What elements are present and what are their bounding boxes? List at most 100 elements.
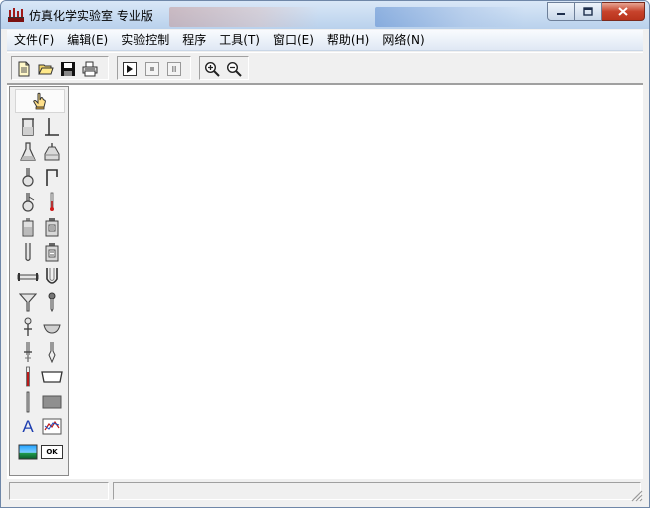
reagent-bottle-icon: [22, 218, 34, 237]
chart-tool[interactable]: [40, 415, 64, 439]
run-icon: [123, 62, 137, 76]
bent-tube-icon: [46, 169, 58, 186]
pause-button[interactable]: [163, 58, 185, 80]
app-window: 仿真化学实验室 专业版 文件(F) 编辑(E) 实验控制 程序 工具(T) 窗口…: [0, 0, 650, 508]
toolbar-zoom-group: [199, 56, 249, 80]
apparatus-palette: A OK: [9, 86, 69, 476]
glass-tube-tool[interactable]: [16, 265, 40, 289]
menu-network[interactable]: 网络(N): [375, 30, 430, 50]
distilling-flask-icon: [22, 193, 35, 212]
window-title: 仿真化学实验室 专业版: [29, 9, 153, 23]
stop-icon: [145, 62, 159, 76]
close-icon: [618, 7, 628, 16]
conical-flask-tool[interactable]: [16, 140, 40, 164]
menu-file[interactable]: 文件(F): [7, 30, 60, 50]
save-disk-icon: [61, 62, 75, 76]
bent-tube-tool[interactable]: [40, 165, 64, 189]
resize-grip-icon[interactable]: [629, 488, 643, 502]
zoom-in-icon: [204, 61, 220, 77]
alcohol-lamp-tool[interactable]: [40, 140, 64, 164]
u-tube-tool[interactable]: [40, 265, 64, 289]
round-flask-icon: [22, 168, 34, 187]
toolbar: [7, 52, 643, 84]
stop-button[interactable]: [141, 58, 163, 80]
menu-edit[interactable]: 编辑(E): [60, 30, 114, 50]
stand-tool[interactable]: [40, 115, 64, 139]
blurred-taskbar-item-2: [375, 7, 525, 27]
status-bar: [7, 480, 643, 502]
pipette-tool[interactable]: [40, 340, 64, 364]
image-tool[interactable]: [16, 440, 40, 464]
pause-icon: [167, 62, 181, 76]
close-button[interactable]: [602, 2, 645, 21]
chart-tool-icon: [42, 418, 62, 435]
plate-tool[interactable]: [40, 390, 64, 414]
evaporating-dish-tool[interactable]: [40, 315, 64, 339]
menu-bar: 文件(F) 编辑(E) 实验控制 程序 工具(T) 窗口(E) 帮助(H) 网络…: [7, 30, 643, 51]
burette-tool[interactable]: [16, 340, 40, 364]
reagent-bottle-tool[interactable]: [16, 215, 40, 239]
test-tube-tool[interactable]: [16, 240, 40, 264]
separatory-funnel-icon: [24, 317, 32, 336]
glass-rod-icon: [26, 391, 30, 413]
wide-bottle-tool[interactable]: [40, 240, 64, 264]
beaker-tool[interactable]: [16, 115, 40, 139]
funnel-icon: [19, 293, 37, 312]
dropper-tool[interactable]: [40, 290, 64, 314]
pointer-hand-icon: [33, 92, 46, 110]
burette-icon: [24, 342, 32, 362]
menu-program[interactable]: 程序: [175, 30, 212, 50]
blurred-taskbar-item: [169, 7, 319, 27]
plate-icon: [42, 395, 62, 409]
new-file-icon: [18, 61, 30, 77]
distilling-flask-tool[interactable]: [16, 190, 40, 214]
status-pane-2: [113, 482, 641, 500]
image-tool-icon: [18, 444, 38, 460]
minimize-icon: [557, 12, 565, 15]
thermometer-red-tool[interactable]: [16, 365, 40, 389]
menu-experiment-control[interactable]: 实验控制: [114, 30, 175, 50]
status-pane-1: [9, 482, 109, 500]
u-tube-icon: [46, 268, 58, 284]
zoom-in-button[interactable]: [201, 58, 223, 80]
menu-help[interactable]: 帮助(H): [320, 30, 375, 50]
separatory-funnel-tool[interactable]: [16, 315, 40, 339]
gas-bottle-tool[interactable]: [40, 215, 64, 239]
text-tool[interactable]: A: [16, 415, 40, 439]
ok-button-tool[interactable]: OK: [40, 440, 64, 464]
round-flask-tool[interactable]: [16, 165, 40, 189]
open-folder-icon: [38, 64, 54, 75]
minimize-button[interactable]: [547, 2, 575, 21]
open-file-button[interactable]: [35, 58, 57, 80]
title-bar[interactable]: 仿真化学实验室 专业版: [1, 1, 649, 29]
menu-window[interactable]: 窗口(E): [266, 30, 320, 50]
glass-rod-tool[interactable]: [16, 390, 40, 414]
evaporating-dish-icon: [43, 324, 61, 334]
maximize-button[interactable]: [575, 2, 602, 21]
wide-bottle-icon: [45, 243, 59, 262]
save-button[interactable]: [57, 58, 79, 80]
stand-icon: [45, 118, 59, 136]
zoom-out-button[interactable]: [223, 58, 245, 80]
zoom-out-icon: [226, 61, 242, 77]
experiment-canvas[interactable]: [7, 84, 643, 479]
funnel-tool[interactable]: [16, 290, 40, 314]
trough-tool[interactable]: [40, 365, 64, 389]
thermometer-tool[interactable]: [40, 190, 64, 214]
maximize-icon: [583, 7, 593, 16]
test-tube-icon: [25, 243, 31, 262]
beaker-icon: [22, 118, 34, 136]
run-button[interactable]: [119, 58, 141, 80]
alcohol-lamp-icon: [44, 143, 60, 161]
print-button[interactable]: [79, 58, 101, 80]
dropper-icon: [48, 292, 56, 312]
glass-tube-icon: [17, 273, 39, 281]
ok-button-tool-icon: OK: [41, 445, 63, 459]
trough-icon: [41, 371, 63, 383]
pointer-tool[interactable]: [15, 89, 65, 113]
pipette-icon: [48, 342, 56, 363]
menu-tools[interactable]: 工具(T): [212, 30, 266, 50]
new-file-button[interactable]: [13, 58, 35, 80]
gas-bottle-icon: [45, 218, 59, 237]
thermometer-icon: [50, 192, 54, 211]
